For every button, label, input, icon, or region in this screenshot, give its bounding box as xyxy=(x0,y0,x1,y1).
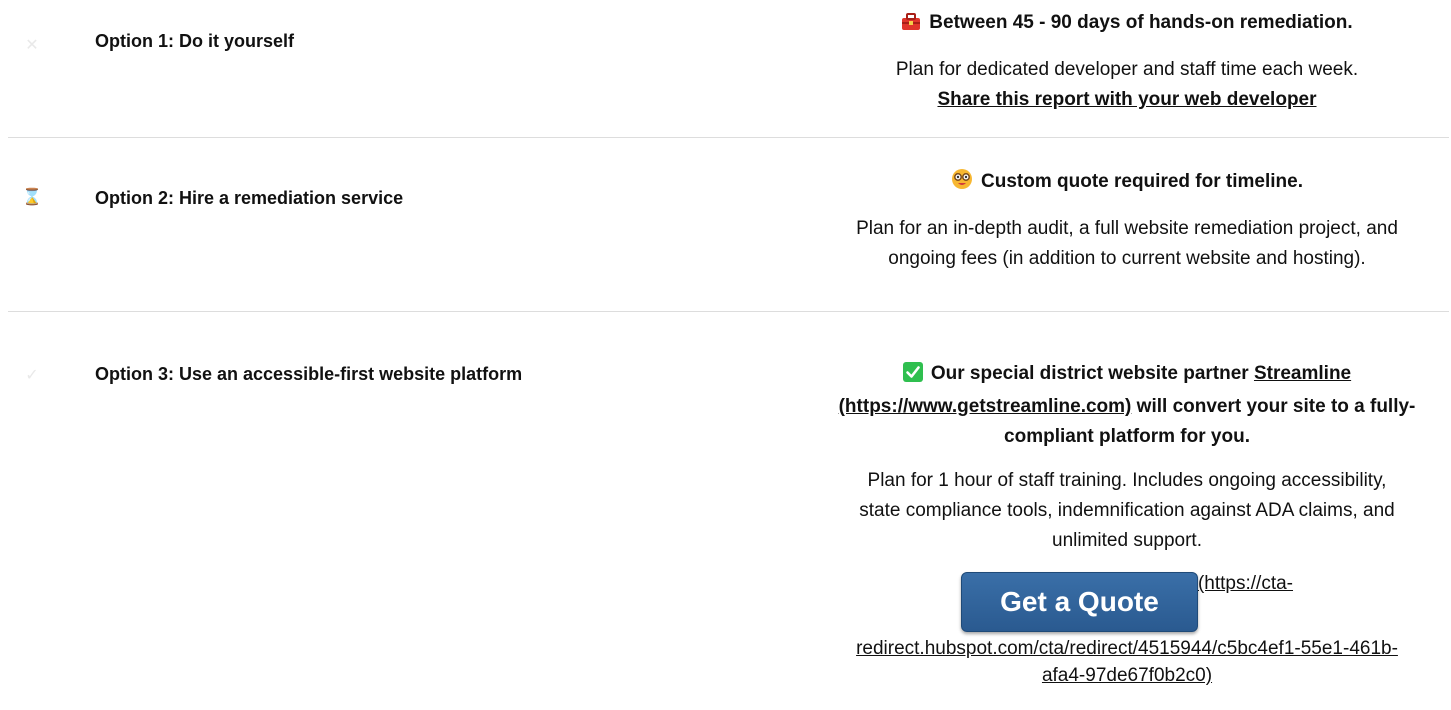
option-2-description-line-1: Plan for an in-depth audit, a full websi… xyxy=(856,218,1398,239)
option-3-title: Option 3: Use an accessible-first websit… xyxy=(95,364,523,384)
checkmark-icon: ✓ xyxy=(25,367,39,384)
toolbox-icon xyxy=(901,11,921,41)
streamline-link[interactable]: Streamline xyxy=(1254,363,1351,384)
divider-2 xyxy=(8,311,1449,312)
option-3-description-line-1: Plan for 1 hour of staff training. Inclu… xyxy=(867,470,1387,491)
cta-container: Get a Quote(https://cta- xyxy=(812,572,1442,632)
option-2-description-line-2: ongoing fees (in addition to current web… xyxy=(888,248,1366,269)
option-1-details: Between 45 - 90 days of hands-on remedia… xyxy=(812,8,1442,115)
option-3-headline-part-2: will convert your site to a fully- xyxy=(1131,396,1416,417)
option-2-headline: Custom quote required for timeline. xyxy=(812,167,1442,200)
option-3-details: Our special district website partner Str… xyxy=(812,359,1442,688)
cta-url-link-part-3[interactable]: afa4-97de67f0b2c0) xyxy=(1042,665,1212,686)
cta-url-link-part-2[interactable]: redirect.hubspot.com/cta/redirect/451594… xyxy=(856,638,1398,659)
option-2-headline-text: Custom quote required for timeline. xyxy=(981,171,1303,192)
option-3-description-line-3: unlimited support. xyxy=(1052,530,1202,551)
option-1-description: Plan for dedicated developer and staff t… xyxy=(895,59,1359,80)
cta-url-link-part-1[interactable]: (https://cta- xyxy=(1198,572,1293,596)
cta-url-line-2: redirect.hubspot.com/cta/redirect/451594… xyxy=(812,634,1442,664)
option-1-headline-text: Between 45 - 90 days of hands-on remedia… xyxy=(929,12,1353,33)
option-3-description-line-2: state compliance tools, indemnification … xyxy=(859,500,1395,521)
share-report-link[interactable]: Share this report with your web develope… xyxy=(937,89,1316,110)
check-box-icon xyxy=(902,362,923,392)
divider-1 xyxy=(8,137,1449,138)
cta-url-line-3: afa4-97de67f0b2c0) xyxy=(812,664,1442,688)
hourglass-icon: ⌛ xyxy=(22,189,42,206)
option-2-title: Option 2: Hire a remediation service xyxy=(95,188,404,208)
nerd-face-icon xyxy=(951,168,973,200)
option-3-headline: Our special district website partner Str… xyxy=(812,359,1442,452)
option-2-details: Custom quote required for timeline. Plan… xyxy=(812,167,1442,274)
streamline-url-link[interactable]: (https://www.getstreamline.com) xyxy=(839,396,1132,417)
option-3-headline-part-1: Our special district website partner xyxy=(930,363,1254,384)
get-a-quote-button[interactable]: Get a Quote xyxy=(960,572,1198,632)
option-1-link-line: Share this report with your web develope… xyxy=(812,85,1442,115)
option-1-title: Option 1: Do it yourself xyxy=(95,31,295,51)
tools-icon: ✕ xyxy=(25,37,39,54)
option-3-headline-part-3: compliant platform for you. xyxy=(1004,426,1250,447)
option-1-headline: Between 45 - 90 days of hands-on remedia… xyxy=(812,8,1442,41)
